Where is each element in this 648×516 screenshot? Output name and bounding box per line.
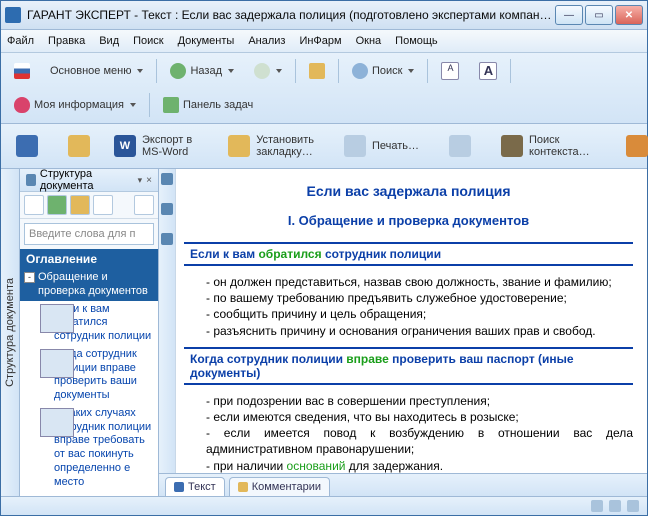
para: - при наличии оснований для задержания. [206,458,633,474]
tool-5[interactable] [134,195,154,215]
home-icon [309,63,325,79]
status-icon-3[interactable] [627,500,639,512]
status-bar [1,496,647,515]
toc-item-3[interactable]: В каких случаях сотрудник полиции вправе… [20,405,158,492]
sidebar-tools [20,192,158,219]
save-button[interactable] [7,128,53,164]
toc-tree[interactable]: -Обращение и проверка документов Если к … [20,269,158,496]
menu-search[interactable]: Поиск [133,35,163,47]
save-icon [16,135,38,157]
titlebar: ГАРАНТ ЭКСПЕРТ - Текст : Если вас задерж… [1,1,647,30]
menu-help[interactable]: Помощь [395,35,438,47]
search-icon [352,63,368,79]
flag-icon [14,63,30,79]
toc-item-0[interactable]: -Обращение и проверка документов [20,269,158,301]
menu-analysis[interactable]: Анализ [248,35,285,47]
para: - если имеются сведения, что вы находите… [206,409,633,425]
para: - по вашему требованию предъявить служеб… [206,290,633,306]
menu-documents[interactable]: Документы [178,35,235,47]
text-icon [174,482,184,492]
chevron-down-icon [137,69,143,73]
bookmark-button[interactable]: Установить закладку… [219,128,323,164]
export-word-button[interactable]: WЭкспорт в MS-Word [105,128,207,164]
forward-button[interactable] [247,57,289,85]
font-small-icon: A [441,62,459,80]
heart-icon [14,97,30,113]
toolbar-primary: Основное меню Назад Поиск A A Моя информ… [1,53,647,124]
context-search-button[interactable]: Поиск контекста… [492,128,605,164]
my-info-button[interactable]: Моя информация [7,91,143,119]
gutter-marker[interactable] [161,173,173,185]
document-view[interactable]: Если вас задержала полиция I. Обращение … [176,169,647,473]
close-button[interactable]: ✕ [615,5,643,25]
font-dec-button[interactable]: A [434,57,466,85]
task-panel-button[interactable]: Панель задач [156,91,260,119]
sidebar-header: Структура документа ▾ × [20,169,158,192]
gutter-marker[interactable] [161,233,173,245]
heading-band-1: Если к вам обратился сотрудник полиции [184,242,633,266]
toc-item-1[interactable]: Если к вам обратился сотрудник полиции [20,301,158,346]
status-icon-1[interactable] [591,500,603,512]
word-icon: W [114,135,136,157]
back-button[interactable]: Назад [163,57,241,85]
open-icon [68,135,90,157]
menu-file[interactable]: Файл [7,35,34,47]
flag-button[interactable] [7,57,37,85]
menu-windows[interactable]: Окна [356,35,382,47]
menubar: Файл Правка Вид Поиск Документы Анализ И… [1,30,647,53]
sidebar-menu-icon[interactable]: ▾ [138,175,143,186]
font-large-icon: A [479,62,497,80]
vertical-tab-structure[interactable]: Структура документа [1,169,20,496]
toc-header: Оглавление [20,249,158,269]
sidebar-close-icon[interactable]: × [146,175,152,186]
preview-icon [449,135,471,157]
home-button[interactable] [302,57,332,85]
sidebar: Структура документа ▾ × Введите слова дл… [20,169,159,496]
window-title: ГАРАНТ ЭКСПЕРТ - Текст : Если вас задерж… [27,8,555,22]
print-button[interactable]: Печать… [335,128,434,164]
forward-icon [254,63,270,79]
font-inc-button[interactable]: A [472,57,504,85]
main-menu-button[interactable]: Основное меню [43,57,150,85]
sidebar-search-input[interactable]: Введите слова для п [24,223,154,245]
maximize-button[interactable]: ▭ [585,5,613,25]
para: - он должен представиться, назвав свою д… [206,274,633,290]
toolbar-secondary: WЭкспорт в MS-Word Установить закладку… … [1,124,647,169]
print-preview-button[interactable] [440,128,480,164]
status-icon-2[interactable] [609,500,621,512]
search-button[interactable]: Поиск [345,57,421,85]
tool-1[interactable] [24,195,44,215]
binoculars-icon [501,135,523,157]
doc-section: I. Обращение и проверка документов [184,213,633,228]
panel-icon [163,97,179,113]
tab-text[interactable]: Текст [165,477,225,496]
gutter-marker[interactable] [161,203,173,215]
para: - при подозрении вас в совершении престу… [206,393,633,409]
bottom-tabs: Текст Комментарии [159,473,647,496]
heading-band-2: Когда сотрудник полиции вправе проверить… [184,347,633,385]
tab-comments[interactable]: Комментарии [229,477,330,496]
toc-item-2[interactable]: Когда сотрудник полиции вправе проверить… [20,346,158,405]
para: - сообщить причину и цель обращения; [206,306,633,322]
minimize-button[interactable]: — [555,5,583,25]
open-button[interactable] [59,128,99,164]
tool-3[interactable] [70,195,90,215]
comments-icon [238,482,248,492]
menu-infarm[interactable]: ИнФарм [299,35,341,47]
menu-edit[interactable]: Правка [48,35,85,47]
tool-2[interactable] [47,195,67,215]
tool-4[interactable] [93,195,113,215]
structure-icon [26,174,36,186]
doc-title: Если вас задержала полиция [184,183,633,199]
control-icon [626,135,648,157]
back-icon [170,63,186,79]
para: - если имеется повод к возбуждению в отн… [206,425,633,457]
control-button[interactable]: Поставить на контроль [617,128,648,164]
menu-view[interactable]: Вид [99,35,119,47]
app-icon [5,7,21,23]
margin-gutter [159,169,176,473]
print-icon [344,135,366,157]
para: - разъяснить причину и основания огранич… [206,323,633,339]
bookmark-icon [228,135,250,157]
